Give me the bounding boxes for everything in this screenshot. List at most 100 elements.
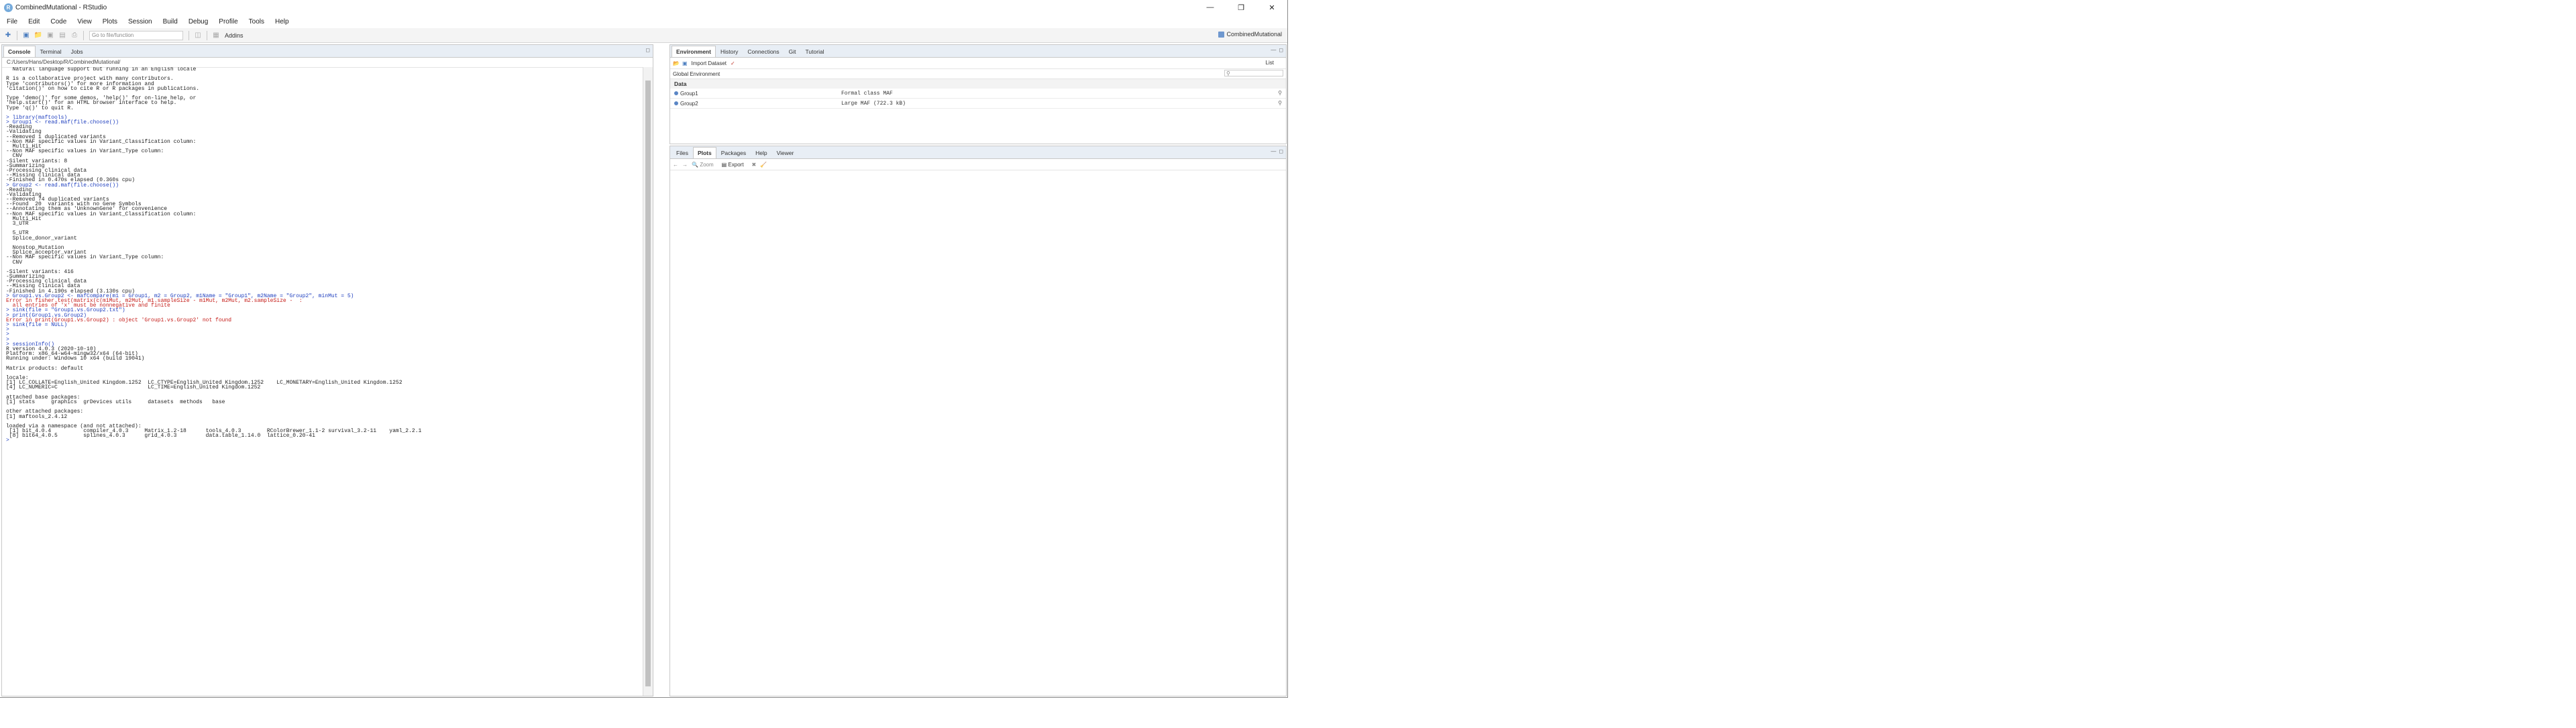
next-plot-icon[interactable]: → xyxy=(682,162,688,168)
goto-placeholder: Go to file/function xyxy=(92,32,134,38)
environment-tabs: Environment History Connections Git Tuto… xyxy=(670,45,1286,58)
window-title: CombinedMutational - RStudio xyxy=(15,3,107,11)
menu-code[interactable]: Code xyxy=(45,18,72,25)
console-output-line: 'help.start()' for an HTML browser inter… xyxy=(6,100,177,107)
console-tabs: Console Terminal Jobs ◻ xyxy=(2,45,653,58)
files-pane: Files Plots Packages Help Viewer — ◻ ← →… xyxy=(669,146,1287,696)
remove-plot-icon[interactable]: ✖ xyxy=(752,162,757,168)
console-working-directory[interactable]: C:/Users/Hans/Desktop/R/CombinedMutation… xyxy=(2,58,653,68)
menu-debug[interactable]: Debug xyxy=(183,18,213,25)
console-command-line: > sink(file = "Group1.vs.Group2.txt") xyxy=(6,307,125,314)
tab-git[interactable]: Git xyxy=(784,46,801,57)
menu-session[interactable]: Session xyxy=(123,18,158,25)
global-environment-dropdown[interactable]: Global Environment xyxy=(673,71,720,77)
import-dataset-button[interactable]: Import Dataset xyxy=(692,60,727,66)
menu-plots[interactable]: Plots xyxy=(97,18,123,25)
main-toolbar: ✚ ▣ 📁 ▣ ▤ ⎙ Go to file/function ◫ ▦ Addi… xyxy=(0,28,1287,43)
tab-history[interactable]: History xyxy=(716,46,743,57)
maximize-pane-icon[interactable]: ◻ xyxy=(1279,47,1283,53)
console-pane: Console Terminal Jobs ◻ C:/Users/Hans/De… xyxy=(1,44,653,696)
open-file-icon[interactable]: 📁 xyxy=(34,31,43,40)
menu-profile[interactable]: Profile xyxy=(213,18,243,25)
console-output-line: --Non MAF specific values in Variant_Typ… xyxy=(6,148,164,155)
menu-edit[interactable]: Edit xyxy=(23,18,45,25)
goto-file-input[interactable]: Go to file/function xyxy=(89,30,183,40)
environment-row[interactable]: Group1 Formal class MAF ⚲ xyxy=(670,89,1286,99)
maximize-pane-icon[interactable]: ◻ xyxy=(1279,148,1283,154)
menu-help[interactable]: Help xyxy=(270,18,294,25)
window-controls: — ❐ ✕ xyxy=(1195,0,1287,15)
expand-icon[interactable] xyxy=(674,91,678,95)
save-icon[interactable]: ▣ xyxy=(46,31,55,40)
console-output-line: -Silent variants: 8 xyxy=(6,158,68,164)
new-file-icon[interactable]: ✚ xyxy=(3,31,13,40)
load-workspace-icon[interactable]: 📂 xyxy=(673,60,680,66)
workspace-panes-icon[interactable]: ▦ xyxy=(211,31,221,40)
export-button[interactable]: ▤ Export xyxy=(722,162,748,168)
console-scrollbar[interactable] xyxy=(643,67,653,696)
tab-connections[interactable]: Connections xyxy=(743,46,784,57)
print-icon[interactable]: ⎙ xyxy=(70,31,79,40)
zoom-button[interactable]: 🔍 Zoom xyxy=(692,162,718,168)
console-command-line: > Group2 <- read.maf(file.choose()) xyxy=(6,182,119,189)
maximize-pane-icon[interactable]: ◻ xyxy=(645,47,650,53)
console-output-line: Natural language support but running in … xyxy=(6,67,197,72)
tab-console[interactable]: Console xyxy=(3,46,36,57)
environment-toolbar: 📂 ▣ Import Dataset ✓ List xyxy=(670,58,1286,69)
save-workspace-icon[interactable]: ▣ xyxy=(682,60,688,66)
console-command-line: > xyxy=(6,336,9,343)
clear-workspace-icon[interactable]: ✓ xyxy=(731,60,735,66)
zoom-label: Zoom xyxy=(700,161,714,168)
close-icon[interactable]: ✕ xyxy=(1256,0,1287,15)
save-all-icon[interactable]: ▤ xyxy=(58,31,67,40)
console-output-line: Multi_Hit xyxy=(6,215,42,222)
menu-build[interactable]: Build xyxy=(158,18,183,25)
minimize-pane-icon[interactable]: — xyxy=(1271,47,1276,53)
console-command-line: > xyxy=(6,331,9,338)
console-output-line: -Reading xyxy=(6,187,32,193)
object-name: Group1 xyxy=(680,90,698,97)
minimize-icon[interactable]: — xyxy=(1195,0,1226,15)
menu-tools[interactable]: Tools xyxy=(244,18,270,25)
tab-packages[interactable]: Packages xyxy=(716,147,751,158)
menu-view[interactable]: View xyxy=(72,18,97,25)
console-output-line: Splice_donor_variant xyxy=(6,235,77,242)
console-output-line: --Non MAF specific values in Variant_Typ… xyxy=(6,254,164,261)
object-name: Group2 xyxy=(680,100,698,107)
environment-search-input[interactable]: ⚲ xyxy=(1224,70,1283,76)
tab-help[interactable]: Help xyxy=(751,147,771,158)
menu-file[interactable]: File xyxy=(1,18,23,25)
clear-plots-icon[interactable]: 🧹 xyxy=(760,162,767,168)
console-output-line: Running under: Windows 10 x64 (build 190… xyxy=(6,356,145,362)
search-icon: ⚲ xyxy=(1226,70,1230,76)
tab-environment[interactable]: Environment xyxy=(672,46,716,57)
maximize-icon[interactable]: ❐ xyxy=(1226,0,1256,15)
project-menu[interactable]: CombinedMutational xyxy=(1218,31,1282,38)
tab-tutorial[interactable]: Tutorial xyxy=(801,46,829,57)
environment-row[interactable]: Group2 Large MAF (722.3 kB) ⚲ xyxy=(670,99,1286,109)
tab-terminal[interactable]: Terminal xyxy=(36,46,66,57)
minimize-pane-icon[interactable]: — xyxy=(1271,148,1276,154)
title-bar: R CombinedMutational - RStudio — ❐ ✕ xyxy=(0,0,1287,15)
tab-viewer[interactable]: Viewer xyxy=(772,147,799,158)
addins-button[interactable]: Addins xyxy=(225,32,244,39)
view-data-icon[interactable]: ⚲ xyxy=(1278,100,1282,106)
view-data-icon[interactable]: ⚲ xyxy=(1278,90,1282,96)
new-project-icon[interactable]: ▣ xyxy=(21,31,31,40)
view-mode-dropdown[interactable]: List xyxy=(1266,60,1274,66)
expand-icon[interactable] xyxy=(674,101,678,105)
previous-plot-icon[interactable]: ← xyxy=(673,162,678,168)
tab-plots[interactable]: Plots xyxy=(692,147,716,158)
version-control-icon[interactable]: ◫ xyxy=(193,31,203,40)
console-output[interactable]: Natural language support but running in … xyxy=(2,67,643,696)
environment-pane-controls: — ◻ xyxy=(1271,47,1283,53)
toolbar-separator xyxy=(83,30,84,40)
tab-jobs[interactable]: Jobs xyxy=(66,46,88,57)
tab-files[interactable]: Files xyxy=(672,147,693,158)
files-tabs: Files Plots Packages Help Viewer — ◻ xyxy=(670,146,1286,159)
scrollbar-thumb[interactable] xyxy=(645,81,651,686)
